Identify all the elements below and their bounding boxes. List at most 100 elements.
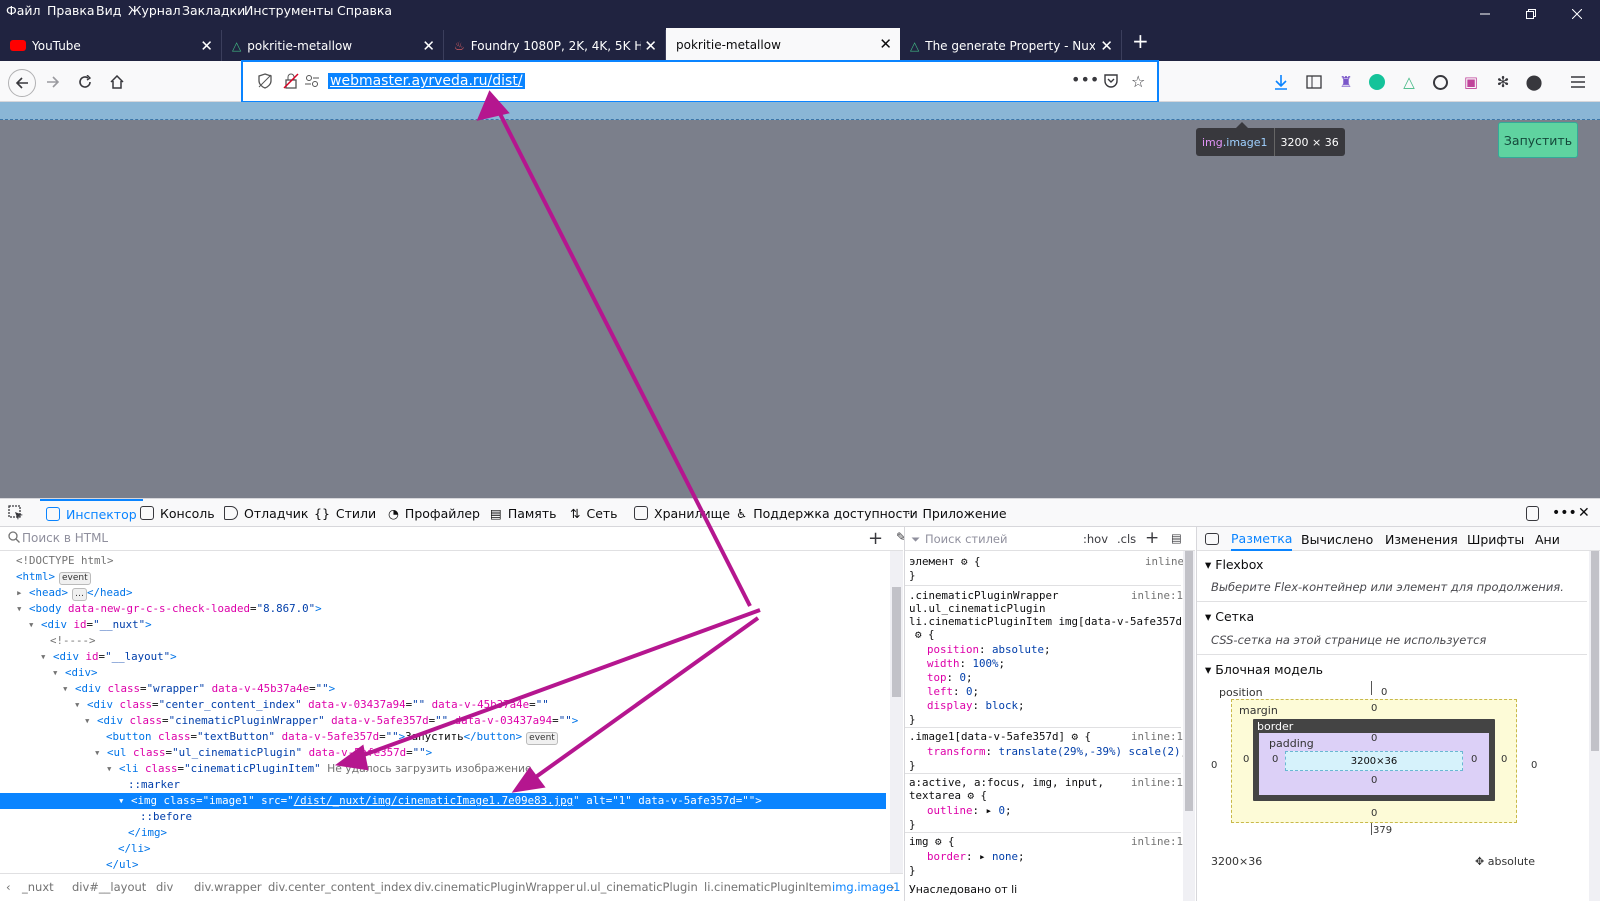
url-bar[interactable]: webmaster.ayrveda.ru/dist/ ••• ☆ — [242, 61, 1158, 102]
close-tab-icon[interactable]: ✕ — [644, 39, 657, 54]
tab-changes[interactable]: Изменения — [1385, 527, 1458, 551]
markup-head[interactable]: ▸ <head>… </head> — [16, 585, 133, 601]
tab-youtube[interactable]: YouTube ✕ — [0, 30, 222, 61]
markup-layout[interactable]: ▾ <div id="__layout"> — [40, 649, 177, 665]
markup-li[interactable]: ▾ <li class="cinematicPluginItem" Не уда… — [106, 761, 532, 777]
markup-button[interactable]: <button class="textButton" data-v-5afe35… — [106, 729, 558, 745]
markup-nuxt[interactable]: ▾ <div id="__nuxt"> — [28, 617, 152, 633]
reload-icon[interactable] — [74, 71, 96, 93]
declaration[interactable]: left: 0; — [927, 685, 979, 699]
grammarly-icon[interactable] — [1366, 71, 1388, 93]
breadcrumb-left-icon[interactable]: ‹ — [6, 880, 11, 894]
boxmodel-header[interactable]: ▾ Блочная модель — [1205, 662, 1323, 677]
page-actions-icon[interactable]: ••• — [1071, 70, 1099, 89]
close-tab-icon[interactable]: ✕ — [200, 39, 213, 54]
tab-console[interactable]: Консоль — [140, 499, 215, 527]
event-badge[interactable]: event — [59, 572, 91, 585]
account-icon[interactable] — [1429, 71, 1451, 93]
rule-selector[interactable]: textarea ⚙ { — [909, 789, 987, 803]
breadcrumb-item[interactable]: li.cinematicPluginItem — [704, 880, 832, 894]
declaration[interactable]: top: 0; — [927, 671, 973, 685]
rule-selector[interactable]: .image1[data-v-5afe357d] ⚙ { — [909, 730, 1091, 744]
tab-accessibility[interactable]: ♿ Поддержка доступности — [736, 499, 918, 527]
grid-header[interactable]: ▾ Сетка — [1205, 609, 1254, 624]
insecure-connection-icon[interactable] — [283, 73, 299, 89]
markup-center-content[interactable]: ▾ <div class="center_content_index" data… — [74, 697, 549, 713]
collapsed-badge[interactable]: … — [72, 588, 88, 601]
markup-ul[interactable]: ▾ <ul class="ul_cinematicPlugin" data-v-… — [94, 745, 432, 761]
flexbox-header[interactable]: ▾ Flexbox — [1205, 557, 1263, 572]
markup-wrapper[interactable]: ▾ <div class="wrapper" data-v-45b37a4e="… — [62, 681, 335, 697]
tab-inspector[interactable]: Инспектор — [40, 499, 143, 527]
menu-bookmarks[interactable]: Закладки — [182, 3, 245, 18]
forward-icon[interactable] — [42, 71, 64, 93]
permissions-icon[interactable] — [305, 74, 319, 88]
print-simulation-icon[interactable]: ▤ — [1171, 531, 1182, 545]
markup-img-selected[interactable]: ▾ <img class="image1" src="/dist/_nuxt/i… — [0, 793, 886, 809]
paw-icon[interactable]: ✻ — [1492, 71, 1514, 93]
declaration[interactable]: width: 100%; — [927, 657, 1005, 671]
sidebar-icon[interactable] — [1303, 71, 1325, 93]
close-devtools-icon[interactable]: ✕ — [1578, 499, 1590, 527]
hov-toggle[interactable]: :hov — [1083, 532, 1108, 546]
declaration[interactable]: display: block; — [927, 699, 1025, 713]
rule-source[interactable]: inline:1 — [1131, 776, 1183, 790]
home-icon[interactable] — [106, 71, 128, 93]
breadcrumb-item[interactable]: div.cinematicPluginWrapper — [414, 880, 574, 894]
markup-li-close[interactable]: </li> — [118, 841, 151, 857]
more-options-icon[interactable]: ••• — [1552, 499, 1577, 527]
menu-help[interactable]: Справка — [337, 3, 392, 18]
bookmark-star-icon[interactable]: ☆ — [1131, 72, 1145, 91]
markup-scrollbar[interactable] — [890, 551, 903, 873]
url-text[interactable]: webmaster.ayrveda.ru/dist/ — [328, 73, 525, 89]
breadcrumb-item[interactable]: div.wrapper — [194, 880, 262, 894]
declaration[interactable]: border: ▸ none; — [927, 850, 1025, 864]
tab-application[interactable]: ⁘ Приложение — [906, 499, 1007, 527]
menu-view[interactable]: Вид — [96, 3, 121, 18]
rule-source[interactable]: inline:1 — [1131, 835, 1183, 849]
styles-search-input[interactable]: Поиск стилей — [925, 532, 1007, 546]
close-tab-icon[interactable]: ✕ — [879, 37, 892, 52]
rule-selector[interactable]: ul.ul_cinematicPlugin — [909, 602, 1046, 616]
close-tab-icon[interactable]: ✕ — [1100, 39, 1113, 54]
rules-scrollbar[interactable] — [1183, 551, 1195, 901]
tab-style-editor[interactable]: {} Стили — [314, 499, 376, 527]
tab-fonts[interactable]: Шрифты — [1467, 527, 1524, 551]
tab-animations[interactable]: Ани — [1535, 527, 1560, 551]
rule-source[interactable]: inline — [1145, 555, 1184, 569]
tab-network[interactable]: ⇅ Сеть — [570, 499, 618, 527]
add-node-icon[interactable]: + — [868, 528, 883, 549]
vue-devtools-icon[interactable]: △ — [1398, 71, 1420, 93]
rule-selector[interactable]: .cinematicPluginWrapper — [909, 589, 1059, 603]
run-button[interactable]: Запустить — [1498, 122, 1578, 158]
rule-selector[interactable]: img ⚙ { — [909, 835, 955, 849]
pick-element-icon[interactable] — [8, 499, 24, 527]
declaration[interactable]: transform: translate(29%,-39%) scale(2); — [927, 745, 1187, 759]
html-search-input[interactable]: Поиск в HTML — [22, 531, 108, 545]
breadcrumb-right-icon[interactable]: › — [890, 880, 895, 894]
menu-edit[interactable]: Правка — [47, 3, 95, 18]
back-icon[interactable] — [8, 69, 36, 97]
tab-performance[interactable]: ◔ Профайлер — [388, 499, 480, 527]
event-badge[interactable]: event — [526, 732, 558, 745]
menu-history[interactable]: Журнал — [128, 3, 181, 18]
markup-comment[interactable]: <!----> — [50, 633, 96, 649]
markup-ul-close[interactable]: </ul> — [106, 857, 139, 873]
breadcrumb-item[interactable]: div#__layout — [72, 880, 146, 894]
rule-selector[interactable]: li.cinematicPluginItem img[data-v-5afe35… — [909, 615, 1189, 629]
markup-cinematic-wrapper[interactable]: ▾ <div class="cinematicPluginWrapper" da… — [84, 713, 578, 729]
tab-foundry[interactable]: ♨ Foundry 1080P, 2K, 4K, 5K HD w ✕ — [444, 30, 666, 61]
tracking-protection-icon[interactable] — [257, 73, 273, 89]
tab-pokritie-active[interactable]: pokritie-metallow ✕ — [666, 28, 900, 61]
download-icon[interactable] — [1270, 71, 1292, 93]
markup-img-close[interactable]: </img> — [128, 825, 167, 841]
close-tab-icon[interactable]: ✕ — [422, 39, 435, 54]
markup-html[interactable]: <html> event — [16, 569, 91, 585]
markup-doctype[interactable]: <!DOCTYPE html> — [16, 553, 114, 569]
markup-before[interactable]: ::before — [140, 809, 192, 825]
tab-computed[interactable]: Вычислено — [1301, 527, 1373, 551]
cls-toggle[interactable]: .cls — [1117, 532, 1136, 546]
markup-body[interactable]: ▾ <body data-new-gr-c-s-check-loaded="8.… — [16, 601, 322, 617]
new-tab-icon[interactable]: + — [1132, 31, 1149, 51]
tab-layout[interactable]: Разметка — [1231, 527, 1293, 551]
